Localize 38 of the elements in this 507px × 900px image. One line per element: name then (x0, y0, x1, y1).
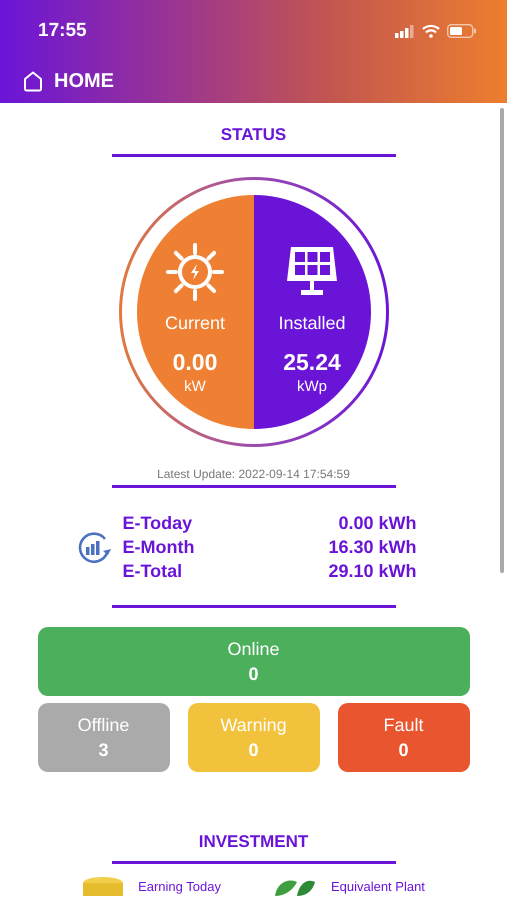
energy-value: 16.30 kWh (328, 536, 416, 559)
device-label: Online (227, 638, 280, 660)
coin-stack-icon (82, 876, 124, 896)
investment-label: Earning Today (138, 878, 221, 894)
device-status-card[interactable]: Warning 0 (188, 703, 320, 772)
energy-label: E-Month (122, 536, 194, 559)
investment-label: Equivalent Plant (330, 878, 425, 894)
energy-label: E-Total (122, 560, 182, 583)
refresh-chart-icon (76, 531, 112, 563)
device-status-card[interactable]: Offline 3 (38, 703, 170, 772)
section-title: STATUS (220, 125, 286, 145)
device-count: 0 (248, 664, 258, 684)
half-label: Current (164, 313, 226, 334)
half-unit: kWp (297, 378, 327, 395)
device-label: Warning (220, 714, 287, 736)
wifi-icon (422, 24, 440, 38)
latest-update: Latest Update: 2022-09-14 17:54:59 (157, 467, 350, 481)
half-value: 0.00 (172, 349, 218, 376)
device-status-card[interactable]: Online 0 (38, 627, 470, 696)
status-time: 17:55 (38, 20, 87, 42)
half-unit: kW (184, 378, 206, 395)
energy-value: 0.00 kWh (338, 512, 416, 535)
device-status-card[interactable]: Fault 0 (338, 703, 470, 772)
device-count: 0 (248, 740, 258, 760)
energy-label: E-Today (122, 512, 192, 535)
device-label: Fault (383, 714, 424, 736)
device-count: 0 (398, 740, 408, 760)
half-label: Installed (278, 313, 346, 334)
half-value: 25.24 (283, 349, 341, 376)
section-title: INVESTMENT (198, 832, 308, 852)
sun-bolt-icon (166, 243, 224, 301)
device-count: 3 (98, 740, 108, 760)
energy-value: 29.10 kWh (328, 560, 416, 583)
device-label: Offline (78, 714, 130, 736)
header-title: HOME (54, 70, 114, 92)
signal-icon (395, 24, 415, 38)
home-icon[interactable] (22, 70, 44, 92)
battery-icon (447, 24, 477, 38)
